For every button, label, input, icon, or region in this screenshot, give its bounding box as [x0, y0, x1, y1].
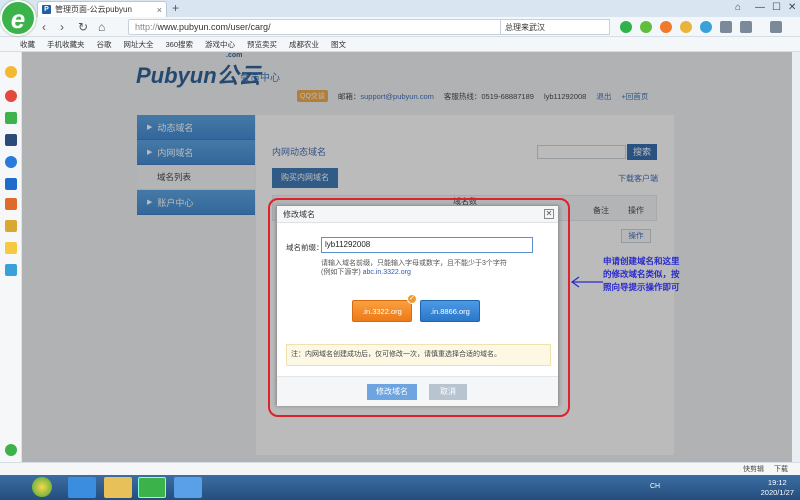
- tab-close-icon[interactable]: ×: [157, 5, 166, 15]
- scissors-icon[interactable]: [640, 21, 652, 33]
- site-favicon-icon: P: [42, 5, 51, 14]
- minimize-button[interactable]: —: [755, 2, 765, 13]
- url-scheme: http://: [135, 22, 158, 32]
- fav-item[interactable]: 360搜索: [166, 39, 194, 50]
- fav-item[interactable]: 预览卖买: [247, 39, 277, 50]
- fav-item[interactable]: 图文: [331, 39, 346, 50]
- browser-search-field[interactable]: 总理来武汉: [500, 19, 610, 35]
- folder-icon[interactable]: [104, 477, 132, 498]
- fav-item[interactable]: 网址大全: [124, 39, 154, 50]
- favorites-bar: 收藏 手机收藏夹 谷歌 网址大全 360搜索 游戏中心 预览卖买 成都农业 图文: [0, 37, 800, 52]
- address-toolbar: ‹ › ↻ ⌂ http://www.pubyun.com/user/carg/…: [0, 17, 800, 37]
- clock-date: 2020/1/27: [760, 488, 794, 497]
- close-window-button[interactable]: ✕: [788, 2, 796, 13]
- app-icon[interactable]: [5, 242, 17, 254]
- new-tab-button[interactable]: +: [172, 1, 179, 15]
- weibo-icon[interactable]: [5, 90, 17, 102]
- mail-icon[interactable]: [5, 112, 17, 124]
- annotation-text: 申请创建域名和这里的修改域名类似，按照向导提示操作即可: [603, 256, 680, 292]
- ie-icon[interactable]: [68, 477, 96, 498]
- home-button[interactable]: ⌂: [98, 20, 105, 34]
- app-icon[interactable]: [680, 21, 692, 33]
- downloads[interactable]: 下载: [774, 464, 788, 474]
- quick-clip[interactable]: 快剪辑: [743, 464, 764, 474]
- maximize-button[interactable]: ☐: [772, 2, 781, 13]
- game-icon[interactable]: [5, 198, 17, 210]
- browser-sidebar: [0, 52, 22, 462]
- browser-logo: e: [0, 0, 36, 36]
- bird-icon[interactable]: [174, 477, 202, 498]
- browser-tab[interactable]: P 管理页面-公云pubyun ×: [37, 1, 167, 17]
- tab-bar: P 管理页面-公云pubyun × + ⌂ — ☐ ✕: [0, 0, 800, 17]
- ime-indicator[interactable]: CH: [650, 483, 660, 490]
- game-icon[interactable]: [660, 21, 672, 33]
- arrow-left-icon: [570, 276, 603, 288]
- fav-item[interactable]: 收藏: [20, 39, 35, 50]
- grid-icon[interactable]: [720, 21, 732, 33]
- back-button[interactable]: ‹: [42, 20, 46, 34]
- extension-icon[interactable]: [620, 21, 632, 33]
- add-icon[interactable]: [5, 444, 17, 456]
- forward-button[interactable]: ›: [60, 20, 64, 34]
- app-icon[interactable]: [5, 178, 17, 190]
- news-icon[interactable]: [5, 134, 17, 146]
- shirt-icon[interactable]: ⌂: [735, 2, 741, 13]
- undo-icon[interactable]: [740, 21, 752, 33]
- menu-icon[interactable]: [770, 21, 782, 33]
- star-icon[interactable]: [5, 66, 17, 78]
- url-text: www.pubyun.com/user/carg/: [157, 22, 271, 32]
- search-query: 总理来武汉: [505, 22, 545, 32]
- url-field[interactable]: http://www.pubyun.com/user/carg/: [128, 19, 506, 35]
- chat-icon[interactable]: [5, 156, 17, 168]
- start-icon[interactable]: [32, 477, 52, 497]
- status-bar: 快剪辑 下载: [0, 462, 800, 475]
- tab-title: 管理页面-公云pubyun: [55, 5, 132, 14]
- user-icon[interactable]: [700, 21, 712, 33]
- fav-item[interactable]: 游戏中心: [205, 39, 235, 50]
- browser-taskbar-icon[interactable]: [138, 477, 166, 498]
- annotation-highlight: [268, 198, 570, 417]
- fav-item[interactable]: 手机收藏夹: [47, 39, 85, 50]
- clock-time: 19:12: [767, 478, 787, 487]
- fav-item[interactable]: 谷歌: [97, 39, 112, 50]
- taskbar: CH 19:12 2020/1/27: [0, 475, 800, 500]
- game-icon[interactable]: [5, 220, 17, 232]
- refresh-button[interactable]: ↻: [78, 20, 88, 34]
- p-icon[interactable]: [5, 264, 17, 276]
- fav-item[interactable]: 成都农业: [289, 39, 319, 50]
- clock[interactable]: 19:12 2020/1/27: [761, 478, 794, 498]
